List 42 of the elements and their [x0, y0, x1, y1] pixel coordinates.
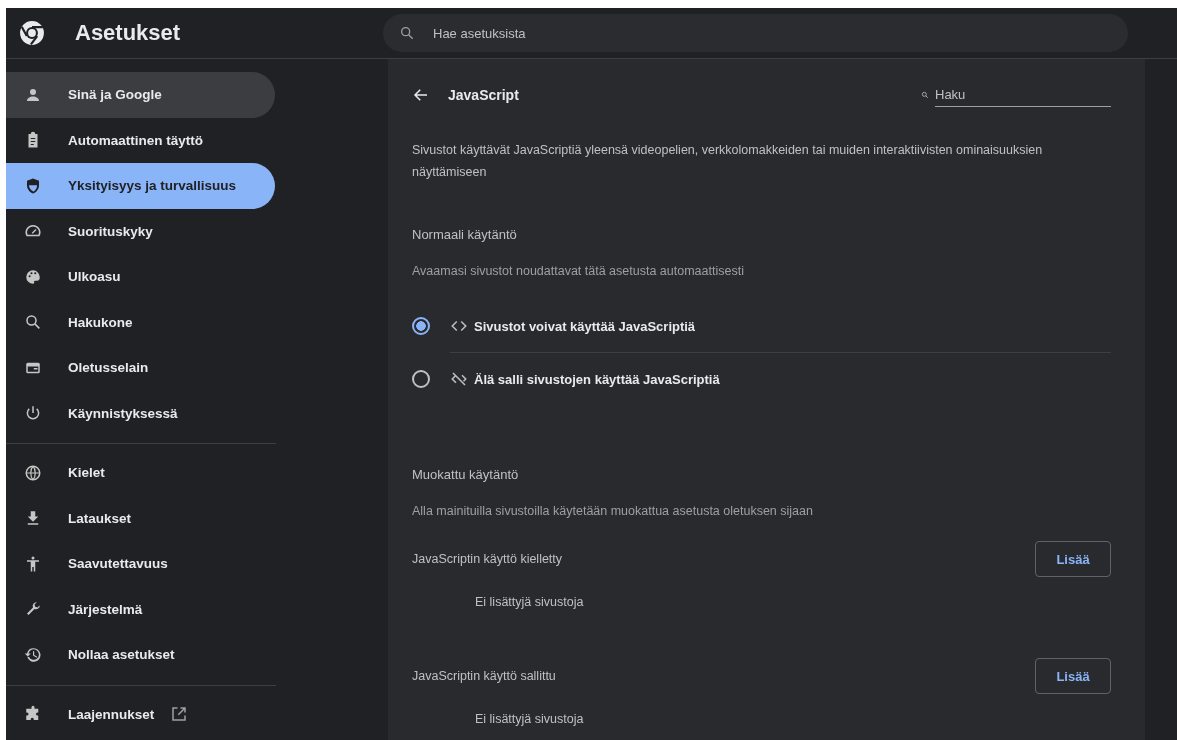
description-text: Sivustot käyttävät JavaScriptiä yleensä videopelien, verkkolomakkeiden tai muiden interaktiivisten ominaisuuksien näyttämiseen — [412, 142, 1044, 181]
settings-search-field[interactable]: Hae asetuksista — [383, 14, 1128, 52]
sidebar-item[interactable]: Saavutettavuus — [6, 541, 275, 587]
list-title: JavaScriptin käyttö kielletty — [412, 552, 563, 566]
section-subtitle: Alla mainituilla sivustoilla käytetään muokattua asetusta oletuksen sijaan — [412, 504, 814, 518]
globe-icon — [24, 463, 42, 482]
radio-button[interactable] — [412, 317, 430, 335]
search-icon — [24, 313, 42, 332]
sidebar-item[interactable]: Nollaa asetukset — [6, 632, 275, 678]
sidebar-item[interactable]: Laajennukset — [6, 691, 275, 737]
history-icon — [24, 645, 42, 664]
sidebar-item[interactable]: Oletusselain — [6, 345, 275, 391]
add-button[interactable]: Lisää — [1035, 658, 1111, 694]
shield-icon — [24, 176, 42, 195]
sidebar-item[interactable]: Hakukone — [6, 299, 275, 345]
sidebar-item[interactable]: Automaattinen täyttö — [6, 117, 275, 163]
sidebar-item[interactable]: Yksityisyys ja turvallisuus — [6, 163, 275, 209]
list-title: JavaScriptin käyttö sallittu — [412, 669, 556, 683]
sidebar-item[interactable]: Käynnistyksessä — [6, 390, 275, 436]
browser-logo-icon — [19, 20, 45, 46]
sidebar-item[interactable]: Ulkoasu — [6, 254, 275, 300]
sidebar-item[interactable]: Kielet — [6, 450, 275, 496]
sidebar-item[interactable]: Lataukset — [6, 495, 275, 541]
app-title: Asetukset — [75, 20, 181, 46]
section-subtitle: Avaamasi sivustot noudattavat tätä asetusta automaattisesti — [412, 264, 745, 278]
back-arrow-icon[interactable] — [412, 86, 430, 104]
accessibility-icon — [24, 554, 42, 573]
sidebar-item[interactable]: Sinä ja Google — [6, 72, 275, 118]
sidebar-item[interactable]: Suorituskyky — [6, 208, 275, 254]
radio-label: Älä salli sivustojen käyttää JavaScriptiä — [474, 371, 720, 387]
add-button[interactable]: Lisää — [1035, 541, 1111, 577]
empty-list-text: Ei lisättyjä sivustoja — [474, 712, 585, 728]
radio-button[interactable] — [412, 370, 430, 388]
sidebar-item[interactable]: Järjestelmä — [6, 586, 275, 632]
page-search-field[interactable]: Haku — [935, 83, 1111, 107]
code-off-icon — [450, 370, 468, 388]
palette-icon — [24, 267, 42, 286]
section-heading: Muokattu käytäntö — [412, 467, 520, 482]
page-title: JavaScript — [448, 87, 520, 103]
section-heading: Normaali käytäntö — [412, 227, 518, 242]
radio-label: Sivustot voivat käyttää JavaScriptiä — [474, 318, 696, 334]
empty-list-text: Ei lisättyjä sivustoja — [474, 595, 585, 611]
